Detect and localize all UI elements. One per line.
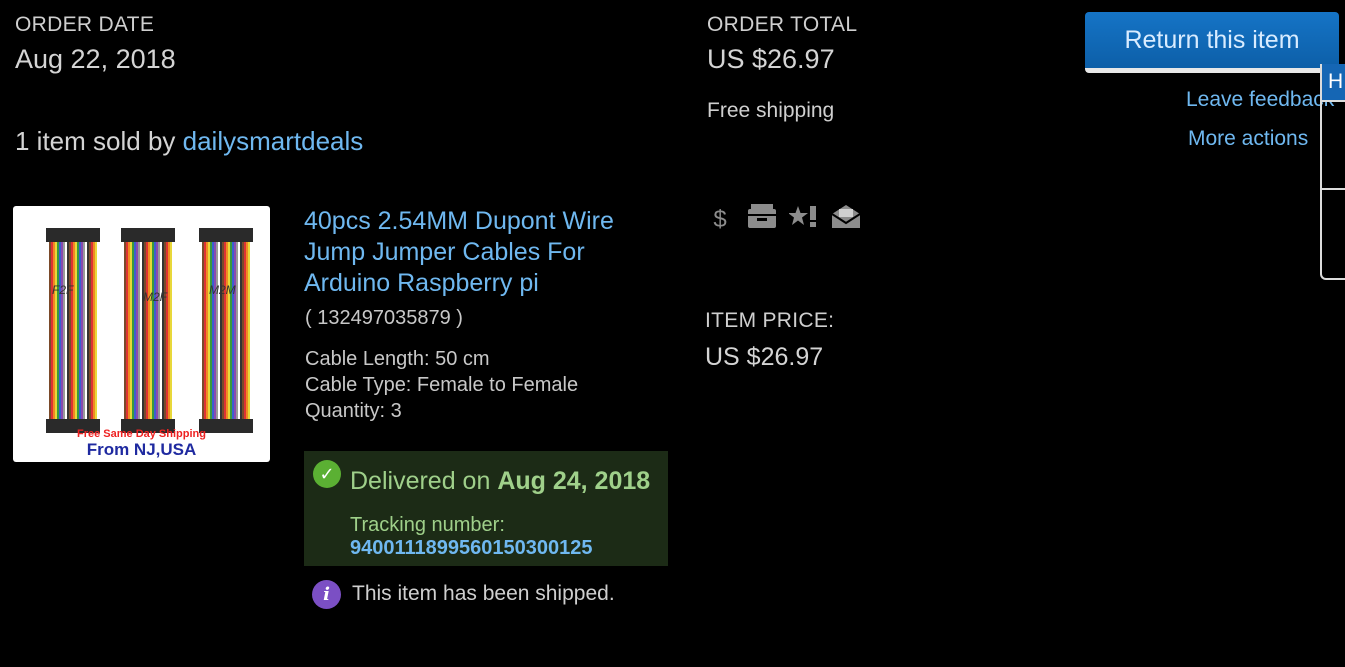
check-circle-icon: ✓	[313, 460, 341, 488]
delivery-status-box: ✓ Delivered on Aug 24, 2018 Tracking num…	[304, 451, 668, 566]
return-item-button[interactable]: Return this item	[1085, 12, 1339, 73]
cable-image-m2f: M2F	[121, 228, 175, 433]
order-total-value: US $26.97	[707, 44, 835, 74]
item-number: ( 132497035879 )	[305, 307, 463, 329]
free-shipping-text: Free shipping	[707, 99, 835, 122]
sold-by-line: 1 item sold by dailysmartdeals	[15, 126, 363, 157]
connector-cap	[199, 228, 253, 242]
item-spec-cable-length: Cable Length: 50 cm	[305, 348, 490, 370]
item-price-label: ITEM PRICE:	[705, 309, 835, 332]
sold-by-prefix: 1 item sold by	[15, 126, 183, 156]
tracking-label: Tracking number:	[350, 514, 505, 536]
cable-tag: F2F	[52, 283, 74, 297]
connector-cap	[46, 228, 100, 242]
connector-cap	[121, 228, 175, 242]
cable-image-m2m: M2M	[199, 228, 253, 433]
seller-link[interactable]: dailysmartdeals	[183, 126, 364, 156]
leave-feedback-link[interactable]: Leave feedback	[1186, 88, 1334, 112]
info-icon: i	[312, 580, 341, 609]
item-price-value: US $26.97	[705, 343, 824, 371]
ribbon-wires	[202, 242, 250, 420]
delivered-date: Aug 24, 2018	[497, 467, 651, 495]
status-icons: $	[705, 203, 861, 236]
image-origin-text: From NJ,USA	[86, 440, 197, 459]
dollar-icon: $	[713, 205, 727, 233]
item-title-link[interactable]: 40pcs 2.54MM Dupont Wire Jump Jumper Cab…	[304, 206, 664, 299]
popover-divider	[1322, 100, 1345, 102]
order-date-label: ORDER DATE	[15, 13, 155, 36]
more-actions-link[interactable]: More actions	[1188, 127, 1308, 151]
order-total-label: ORDER TOTAL	[707, 13, 858, 36]
product-image[interactable]: F2F M2F M2M Free Same Day Shipping From …	[13, 206, 270, 462]
shipped-message: This item has been shipped.	[352, 582, 615, 605]
envelope-icon	[831, 203, 861, 236]
cable-image-f2f: F2F	[46, 228, 100, 433]
ribbon-wires	[124, 242, 172, 420]
delivered-on-text: Delivered on Aug 24, 2018	[350, 467, 650, 496]
popover-divider	[1322, 188, 1345, 190]
cable-tag: M2M	[209, 283, 236, 297]
item-spec-cable-type: Cable Type: Female to Female	[305, 374, 579, 396]
side-popover: H	[1320, 64, 1345, 280]
feedback-star-icon	[788, 203, 819, 236]
image-promo-text: Free Same Day Shipping	[77, 428, 206, 440]
item-spec-quantity: Quantity: 3	[305, 400, 402, 422]
popover-tab[interactable]: H	[1322, 64, 1345, 100]
order-date-value: Aug 22, 2018	[15, 44, 176, 74]
delivered-prefix: Delivered on	[350, 467, 498, 495]
tracking-number-link[interactable]: 9400111899560150300125	[350, 537, 593, 560]
ribbon-wires	[49, 242, 97, 420]
package-icon	[747, 203, 777, 236]
cable-tag: M2F	[143, 290, 167, 304]
